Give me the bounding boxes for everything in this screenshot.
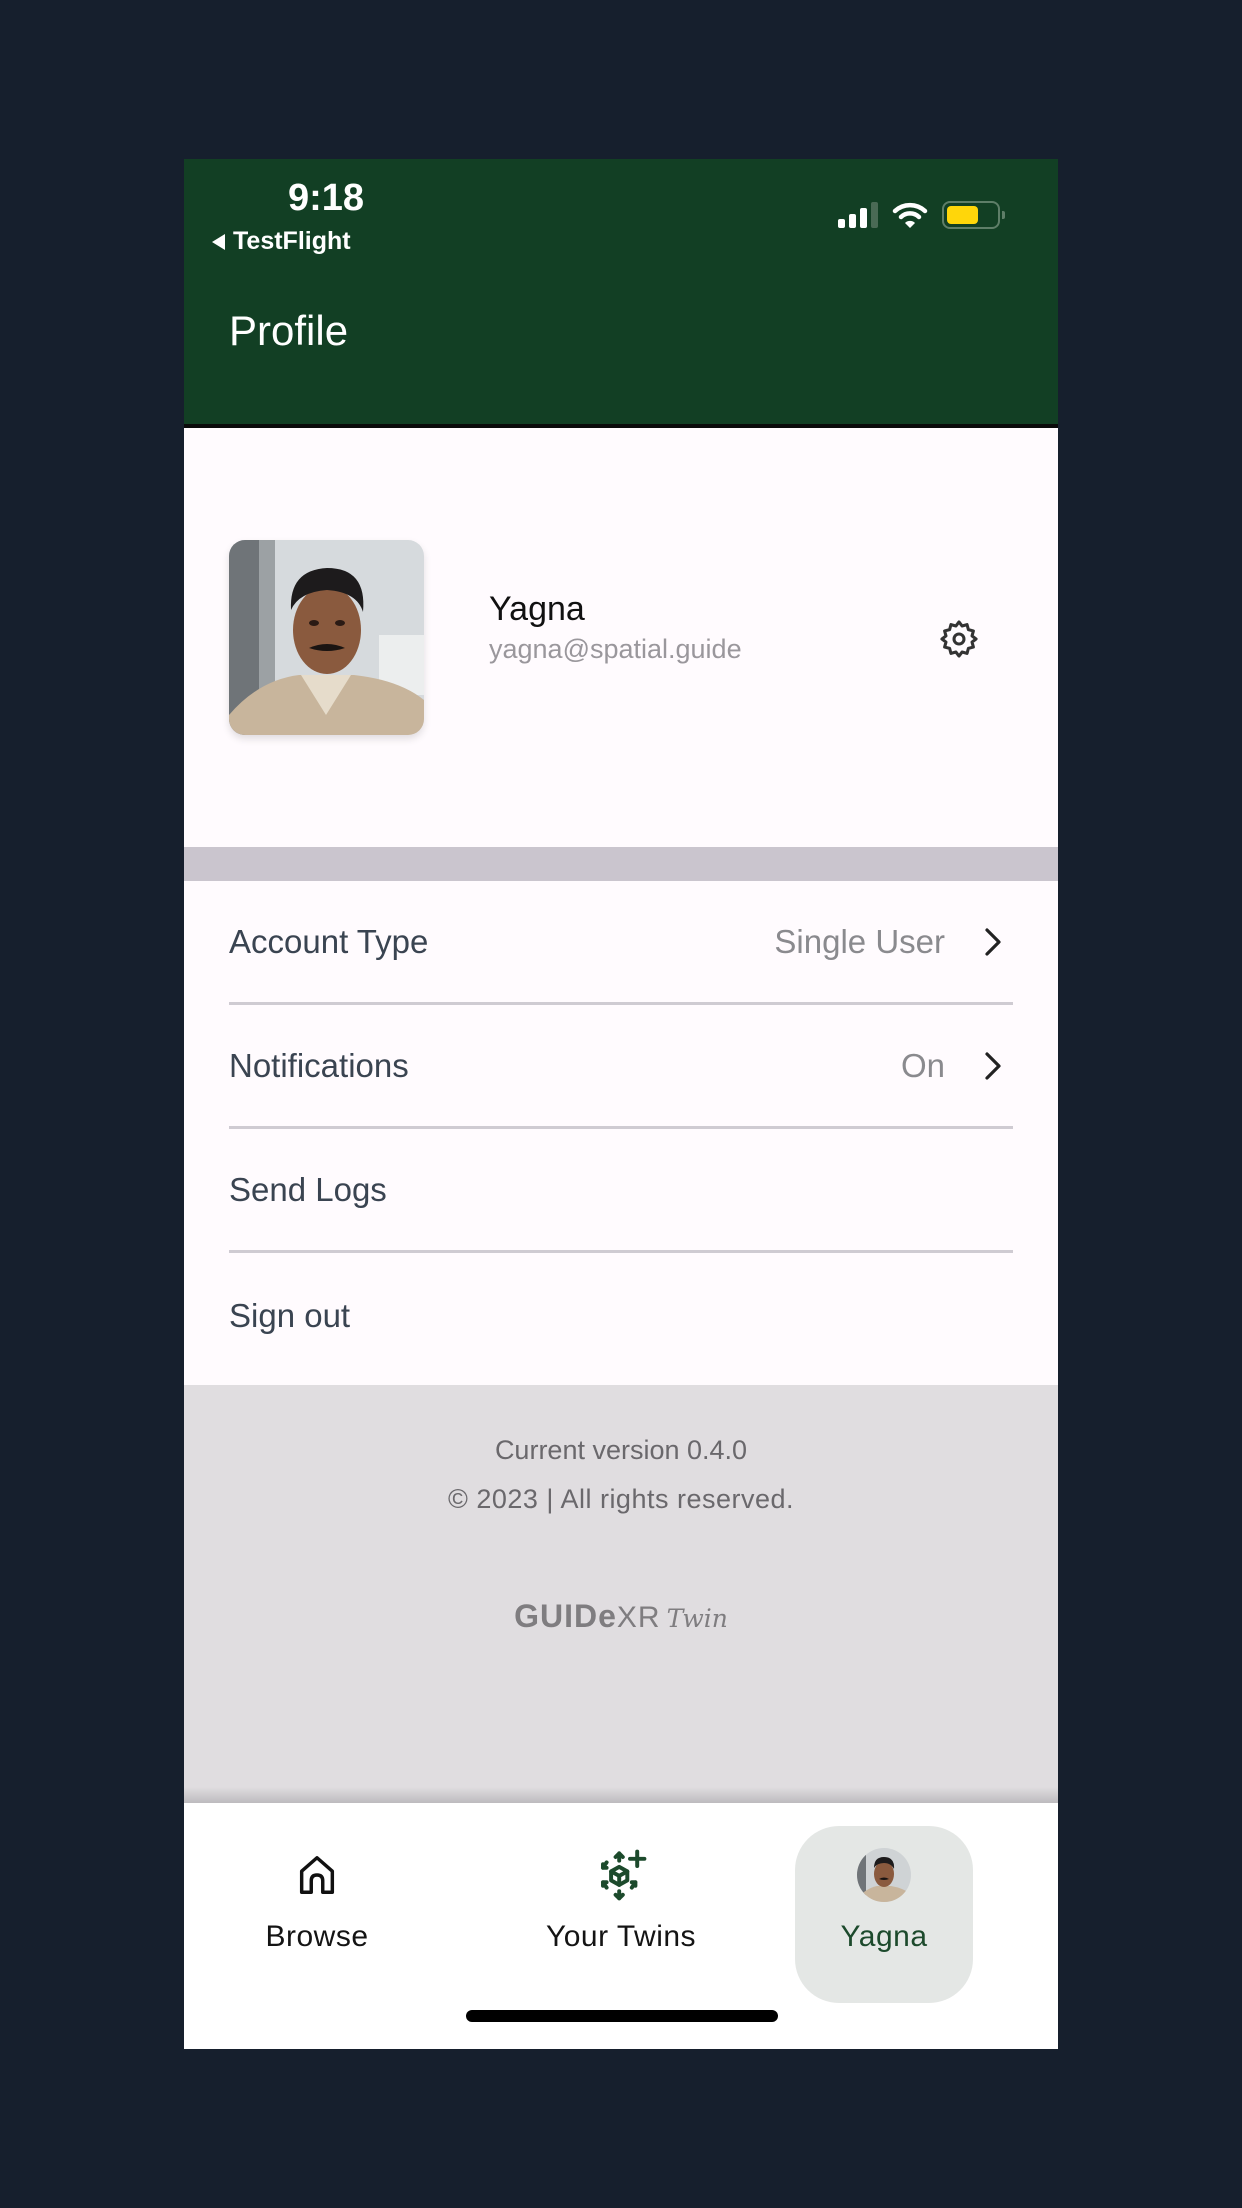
tab-bar: Browse Your Twins Yagna [184,1803,1058,2049]
back-app-label: TestFlight [233,227,351,255]
chevron-right-icon [985,1051,1001,1080]
guidexr-twin-logo: GUIDeXR Twin [184,1598,1058,1635]
status-time: 9:18 [288,177,365,219]
page-title: Profile [229,307,349,354]
section-separator [184,847,1058,881]
list-item-account-type[interactable]: Account Type Single User [229,881,1013,1005]
version-text: Current version 0.4.0 [494,1435,748,1465]
row-label: Send Logs [229,1170,387,1208]
logo-twin: Twin [666,1604,728,1633]
back-triangle-icon [212,233,225,250]
app-header: 9:18 TestFlight Profile [184,159,1058,428]
list-item-notifications[interactable]: Notifications On [229,1005,1013,1129]
row-label: Sign out [229,1297,351,1334]
tab-profile[interactable]: Yagna [795,1826,973,2003]
tab-label: Yagna [840,1920,928,1953]
profile-email: yagna@spatial.guide [489,634,742,664]
tab-your-twins[interactable]: Your Twins [532,1826,710,2003]
row-value: On [900,1046,945,1084]
footer: Current version 0.4.0 © 2023 | All right… [184,1385,1058,1803]
back-to-testflight-link[interactable]: TestFlight [212,227,351,256]
tab-label: Browse [265,1920,369,1953]
home-icon [299,1856,335,1894]
logo-guide: GUIDe [514,1598,617,1634]
list-item-sign-out[interactable]: Sign out [229,1254,1013,1378]
row-value: Single User [774,922,945,960]
battery-icon [942,201,1005,229]
settings-list: Account Type Single User Notifications O… [184,881,1058,1386]
chevron-right-icon [985,927,1001,956]
battery-fill [947,206,979,224]
logo-xr: XR [616,1601,661,1634]
row-label: Notifications [229,1046,409,1084]
home-indicator[interactable] [466,2010,778,2022]
copyright-text: © 2023 | All rights reserved. [447,1484,795,1514]
settings-button[interactable] [936,616,982,662]
wifi-icon [892,202,928,228]
avatar-photo [229,540,424,735]
profile-name: Yagna [489,590,585,628]
add-twin-cube-icon [601,1849,647,1901]
tab-label: Your Twins [545,1920,697,1953]
list-item-send-logs[interactable]: Send Logs [229,1129,1013,1253]
tab-browse[interactable]: Browse [228,1826,406,2003]
profile-avatar[interactable] [229,540,424,735]
phone-screen: 9:18 TestFlight Profile Yagna yagna@spat… [184,159,1058,2049]
cellular-signal-icon [838,202,878,228]
status-icons [838,201,1005,229]
gear-icon [940,620,978,658]
profile-card: Yagna yagna@spatial.guide [184,432,1058,847]
user-avatar-icon [857,1848,911,1902]
row-label: Account Type [229,922,429,960]
